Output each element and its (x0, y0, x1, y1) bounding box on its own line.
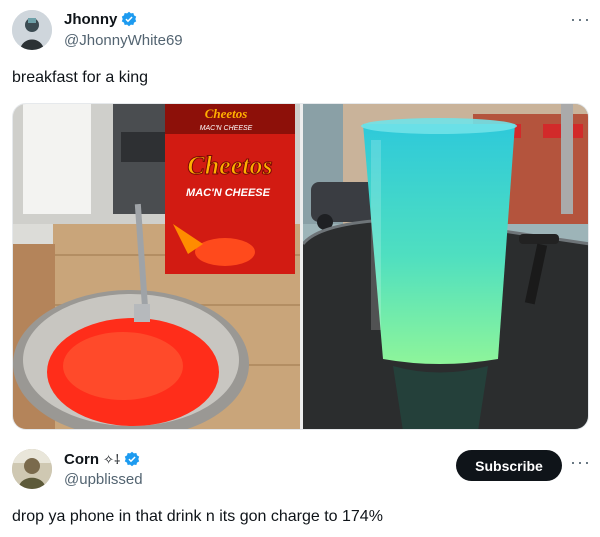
subscribe-button[interactable]: Subscribe (456, 450, 562, 481)
verified-badge-icon (122, 11, 137, 27)
media-image-right[interactable] (301, 104, 588, 429)
box-subtitle-text: MAC'N CHEESE (186, 187, 271, 199)
avatar-image (12, 10, 52, 50)
reply-verified-badge-icon (124, 451, 140, 467)
more-options-icon[interactable]: ··· (570, 10, 591, 28)
media-grid[interactable]: Cheetos MAC'N CHEESE Cheetos MAC'N CHEES… (12, 103, 589, 430)
author-name[interactable]: Jhonny (64, 11, 137, 28)
tweet: Jhonny @JhonnyWhite69 ··· breakfast for … (0, 0, 600, 430)
author-handle[interactable]: @JhonnyWhite69 (64, 32, 183, 49)
reply-text: drop ya phone in that drink n its gon ch… (12, 508, 383, 525)
box-small-subtitle-text: MAC'N CHEESE (200, 125, 253, 132)
tweet-text: breakfast for a king (12, 69, 149, 86)
reply-avatar-image (12, 449, 52, 489)
drink-photo (301, 104, 588, 429)
box-small-brand-text: Cheetos (205, 106, 248, 121)
box-brand-text: Cheetos (187, 151, 272, 180)
author-avatar[interactable] (12, 10, 52, 50)
reply-author-name[interactable]: Corn ✧⸸ (64, 450, 140, 468)
reply-author-name-text[interactable]: Corn (64, 451, 99, 468)
media-image-left[interactable]: Cheetos MAC'N CHEESE Cheetos MAC'N CHEES… (13, 104, 300, 429)
reply-author-handle[interactable]: @upblissed (64, 471, 143, 488)
reply-more-options-icon[interactable]: ··· (570, 453, 591, 471)
reply-author-suffix: ✧⸸ (103, 452, 121, 467)
mac-and-cheese-photo: Cheetos MAC'N CHEESE Cheetos MAC'N CHEES… (13, 104, 300, 429)
reply-author-avatar[interactable] (12, 449, 52, 489)
author-name-text[interactable]: Jhonny (64, 11, 117, 28)
